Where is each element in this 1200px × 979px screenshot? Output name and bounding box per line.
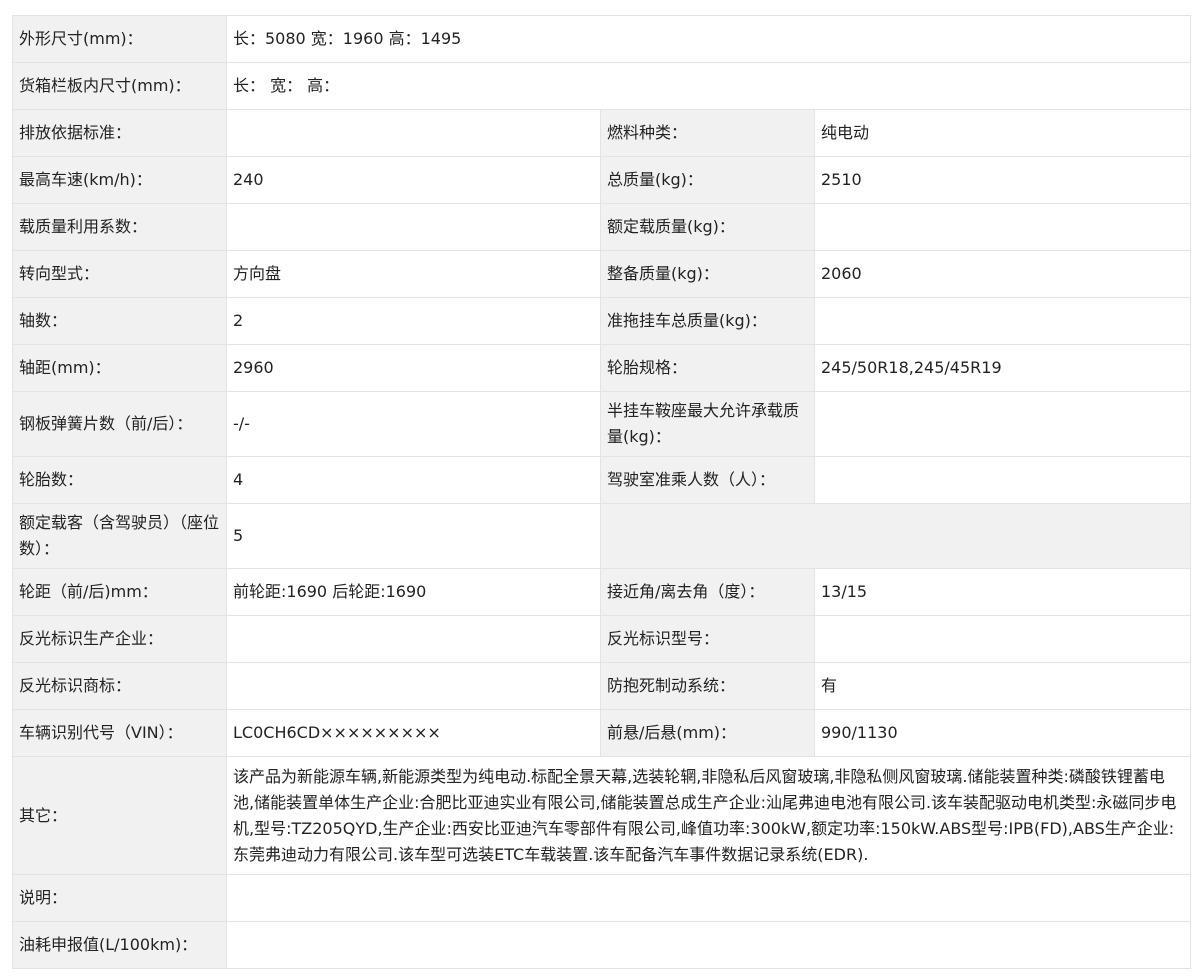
row-cargo-dimensions: 货箱栏板内尺寸(mm)： 长： 宽： 高： (12, 62, 1192, 110)
reflector-maker-label: 反光标识生产企业： (12, 615, 227, 663)
row-brand-abs: 反光标识商标： 防抱死制动系统： 有 (12, 662, 1192, 710)
overhang-value: 990/1130 (813, 709, 1192, 757)
rated-load-label: 额定载质量(kg)： (600, 203, 815, 251)
max-speed-label: 最高车速(km/h)： (12, 156, 227, 204)
trailer-mass-value (813, 297, 1192, 345)
abs-label: 防抱死制动系统： (600, 662, 815, 710)
curb-mass-value: 2060 (813, 250, 1192, 298)
leaf-spring-label: 钢板弹簧片数（前/后）： (12, 391, 227, 457)
axles-value: 2 (226, 297, 601, 345)
reflector-brand-value (226, 662, 601, 710)
row-load-coefficient: 载质量利用系数： 额定载质量(kg)： (12, 203, 1192, 251)
overhang-label: 前悬/后悬(mm)： (600, 709, 815, 757)
wheelbase-label: 轴距(mm)： (12, 344, 227, 392)
load-coefficient-label: 载质量利用系数： (12, 203, 227, 251)
tire-spec-value: 245/50R18,245/45R19 (813, 344, 1192, 392)
tire-spec-label: 轮胎规格： (600, 344, 815, 392)
other-value: 该产品为新能源车辆,新能源类型为纯电动.标配全景天幕,选装轮辋,非隐私后风窗玻璃… (225, 756, 1192, 875)
row-tires-cab: 轮胎数： 4 驾驶室准乘人数（人）： (12, 456, 1192, 504)
steering-type-value: 方向盘 (226, 250, 601, 298)
track-value: 前轮距:1690 后轮距:1690 (226, 568, 601, 616)
track-label: 轮距（前/后)mm： (12, 568, 227, 616)
rated-load-value (813, 203, 1192, 251)
max-speed-value: 240 (226, 156, 601, 204)
row-other: 其它： 该产品为新能源车辆,新能源类型为纯电动.标配全景天幕,选装轮辋,非隐私后… (12, 756, 1192, 875)
row-vin-overhang: 车辆识别代号（VIN）： LC0CH6CD××××××××× 前悬/后悬(mm)… (12, 709, 1192, 757)
row-note: 说明： (12, 874, 1192, 922)
saddle-mass-value (813, 391, 1192, 457)
steering-type-label: 转向型式： (12, 250, 227, 298)
saddle-mass-label: 半挂车鞍座最大允许承载质量(kg)： (600, 391, 815, 457)
cab-seats-value (813, 456, 1192, 504)
leaf-spring-value: -/- (226, 391, 601, 457)
cargo-dimensions-label: 货箱栏板内尺寸(mm)： (12, 62, 227, 110)
row-fuel-consumption: 油耗申报值(L/100km)： (12, 921, 1192, 969)
row-axles-trailer: 轴数： 2 准拖挂车总质量(kg)： (12, 297, 1192, 345)
total-mass-label: 总质量(kg)： (600, 156, 815, 204)
angles-value: 13/15 (813, 568, 1192, 616)
outer-dimensions-label: 外形尺寸(mm)： (12, 15, 227, 63)
curb-mass-label: 整备质量(kg)： (600, 250, 815, 298)
reflector-model-label: 反光标识型号： (600, 615, 815, 663)
row-wheelbase-tires: 轴距(mm)： 2960 轮胎规格： 245/50R18,245/45R19 (12, 344, 1192, 392)
reflector-maker-value (226, 615, 601, 663)
load-coefficient-value (226, 203, 601, 251)
row-spring-saddle: 钢板弹簧片数（前/后）： -/- 半挂车鞍座最大允许承载质量(kg)： (12, 391, 1192, 457)
reflector-model-value (813, 615, 1192, 663)
vin-value: LC0CH6CD××××××××× (226, 709, 601, 757)
cargo-dimensions-value: 长： 宽： 高： (225, 62, 1192, 110)
spec-table-container: 外形尺寸(mm)： 长：5080 宽：1960 高：1495 货箱栏板内尺寸(m… (12, 15, 1192, 969)
fuel-type-label: 燃料种类： (600, 109, 815, 157)
row-reflector: 反光标识生产企业： 反光标识型号： (12, 615, 1192, 663)
passengers-label: 额定载客（含驾驶员）（座位数）： (12, 503, 227, 569)
total-mass-value: 2510 (813, 156, 1192, 204)
angles-label: 接近角/离去角（度）： (600, 568, 815, 616)
note-label: 说明： (12, 874, 227, 922)
note-value (225, 874, 1192, 922)
other-label: 其它： (12, 756, 227, 875)
row-speed-mass: 最高车速(km/h)： 240 总质量(kg)： 2510 (12, 156, 1192, 204)
row-track-angles: 轮距（前/后)mm： 前轮距:1690 后轮距:1690 接近角/离去角（度）：… (12, 568, 1192, 616)
empty-cell (599, 503, 1192, 569)
axles-label: 轴数： (12, 297, 227, 345)
passengers-value: 5 (226, 503, 601, 569)
outer-dimensions-value: 长：5080 宽：1960 高：1495 (225, 15, 1192, 63)
row-steering-curb: 转向型式： 方向盘 整备质量(kg)： 2060 (12, 250, 1192, 298)
cab-seats-label: 驾驶室准乘人数（人）： (600, 456, 815, 504)
tire-count-label: 轮胎数： (12, 456, 227, 504)
row-emission-fuel: 排放依据标准： 燃料种类： 纯电动 (12, 109, 1192, 157)
fuel-consumption-label: 油耗申报值(L/100km)： (12, 921, 227, 969)
emission-standard-label: 排放依据标准： (12, 109, 227, 157)
emission-standard-value (226, 109, 601, 157)
tire-count-value: 4 (226, 456, 601, 504)
wheelbase-value: 2960 (226, 344, 601, 392)
abs-value: 有 (813, 662, 1192, 710)
fuel-type-value: 纯电动 (813, 109, 1192, 157)
vin-label: 车辆识别代号（VIN）： (12, 709, 227, 757)
row-passengers: 额定载客（含驾驶员）（座位数）： 5 (12, 503, 1192, 569)
trailer-mass-label: 准拖挂车总质量(kg)： (600, 297, 815, 345)
reflector-brand-label: 反光标识商标： (12, 662, 227, 710)
row-outer-dimensions: 外形尺寸(mm)： 长：5080 宽：1960 高：1495 (12, 15, 1192, 63)
vehicle-spec-table: 外形尺寸(mm)： 长：5080 宽：1960 高：1495 货箱栏板内尺寸(m… (12, 15, 1192, 969)
fuel-consumption-value (225, 921, 1192, 969)
